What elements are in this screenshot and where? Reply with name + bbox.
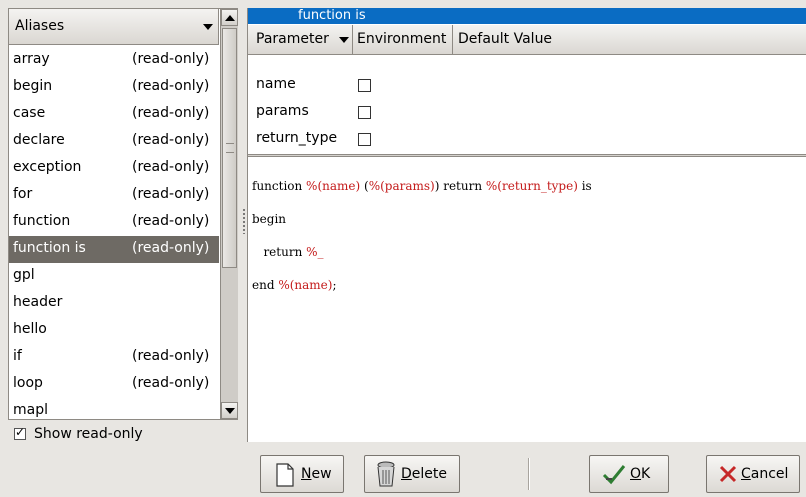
alias-readonly-label: (read-only) bbox=[132, 132, 210, 148]
alias-row-loop[interactable]: loop (read-only) bbox=[9, 371, 219, 398]
environment-column-header[interactable]: Environment bbox=[357, 31, 446, 47]
cancel-button[interactable]: Cancel bbox=[706, 455, 800, 493]
alias-readonly-label: (read-only) bbox=[132, 375, 210, 391]
grip-icon bbox=[226, 143, 234, 153]
alias-name: begin bbox=[13, 78, 53, 94]
param-row[interactable]: return_type bbox=[248, 126, 806, 152]
aliases-panel: Aliases array (read-only) begin (read-only… bbox=[8, 8, 238, 420]
alias-name: array bbox=[13, 51, 50, 67]
scroll-down-button[interactable] bbox=[221, 402, 238, 419]
cancel-x-icon bbox=[719, 465, 737, 483]
alias-readonly-label: (read-only) bbox=[132, 105, 210, 121]
environment-checkbox[interactable] bbox=[358, 79, 371, 92]
column-divider bbox=[452, 25, 453, 55]
sort-down-icon bbox=[339, 37, 349, 43]
alias-readonly-label: (read-only) bbox=[132, 159, 210, 175]
alias-name: mapl bbox=[13, 402, 48, 418]
alias-name: exception bbox=[13, 159, 82, 175]
column-divider bbox=[352, 25, 353, 55]
alias-name: header bbox=[13, 294, 63, 310]
alias-row-gpl[interactable]: gpl bbox=[9, 263, 219, 290]
arrow-up-icon bbox=[225, 15, 235, 21]
alias-row-exception[interactable]: exception (read-only) bbox=[9, 155, 219, 182]
alias-name: loop bbox=[13, 375, 43, 391]
cancel-button-label: Cancel bbox=[741, 466, 789, 482]
delete-button[interactable]: Delete bbox=[364, 455, 460, 493]
code-line: return %_ bbox=[252, 245, 324, 259]
alias-name: for bbox=[13, 186, 33, 202]
new-button-label: New bbox=[301, 466, 332, 482]
code-line: end %(name); bbox=[252, 278, 337, 292]
new-document-icon bbox=[276, 463, 294, 487]
new-button[interactable]: New bbox=[260, 455, 344, 493]
alias-row-declare[interactable]: declare (read-only) bbox=[9, 128, 219, 155]
alias-row-case[interactable]: case (read-only) bbox=[9, 101, 219, 128]
parameters-header: Parameter Environment Default Value bbox=[248, 25, 806, 55]
alias-title: function is bbox=[298, 8, 366, 23]
default-value-column-header[interactable]: Default Value bbox=[458, 31, 552, 47]
aliases-column-header[interactable]: Aliases bbox=[9, 9, 219, 45]
param-name: params bbox=[256, 103, 309, 119]
aliases-header-label: Aliases bbox=[15, 18, 65, 34]
alias-name: declare bbox=[13, 132, 65, 148]
alias-name: if bbox=[13, 348, 22, 364]
pane-splitter[interactable] bbox=[248, 154, 806, 157]
alias-title-bar: function is bbox=[248, 8, 806, 24]
scroll-up-button[interactable] bbox=[221, 9, 238, 26]
alias-row-hello[interactable]: hello bbox=[9, 317, 219, 344]
aliases-list: array (read-only) begin (read-only) case (r… bbox=[9, 47, 219, 419]
delete-button-label: Delete bbox=[401, 466, 447, 482]
show-readonly-label: Show read-only bbox=[34, 426, 143, 442]
scrollbar-thumb[interactable] bbox=[222, 28, 237, 268]
code-line: function %(name) (%(params)) return %(re… bbox=[252, 179, 592, 193]
alias-name: hello bbox=[13, 321, 47, 337]
alias-readonly-label: (read-only) bbox=[132, 213, 210, 229]
alias-row-function-is[interactable]: function is (read-only) bbox=[9, 236, 219, 263]
alias-name: function bbox=[13, 213, 71, 229]
alias-readonly-label: (read-only) bbox=[132, 78, 210, 94]
alias-name: function is bbox=[13, 240, 86, 256]
alias-name: gpl bbox=[13, 267, 35, 283]
environment-checkbox[interactable] bbox=[358, 106, 371, 119]
code-editor[interactable]: function %(name) (%(params)) return %(re… bbox=[252, 159, 592, 313]
alias-readonly-label: (read-only) bbox=[132, 240, 210, 256]
param-name: return_type bbox=[256, 130, 338, 146]
alias-editor: function is Parameter Environment Defaul… bbox=[247, 8, 806, 442]
param-name: name bbox=[256, 76, 296, 92]
alias-row-begin[interactable]: begin (read-only) bbox=[9, 74, 219, 101]
ok-check-icon bbox=[602, 465, 626, 485]
environment-checkbox[interactable] bbox=[358, 133, 371, 146]
splitter-handle[interactable] bbox=[242, 208, 246, 234]
alias-readonly-label: (read-only) bbox=[132, 186, 210, 202]
ok-button[interactable]: OK bbox=[589, 455, 669, 493]
sort-down-icon bbox=[203, 24, 213, 30]
param-row[interactable]: params bbox=[248, 99, 806, 125]
alias-readonly-label: (read-only) bbox=[132, 51, 210, 67]
parameter-column-header[interactable]: Parameter bbox=[256, 31, 329, 47]
alias-row-for[interactable]: for (read-only) bbox=[9, 182, 219, 209]
aliases-scrollbar[interactable] bbox=[220, 9, 238, 419]
alias-readonly-label: (read-only) bbox=[132, 348, 210, 364]
alias-name: case bbox=[13, 105, 46, 121]
alias-row-function[interactable]: function (read-only) bbox=[9, 209, 219, 236]
alias-row-array[interactable]: array (read-only) bbox=[9, 47, 219, 74]
alias-row-header[interactable]: header bbox=[9, 290, 219, 317]
ok-button-label: OK bbox=[630, 466, 651, 482]
arrow-down-icon bbox=[225, 408, 235, 414]
checkbox-checked-icon[interactable] bbox=[14, 425, 26, 440]
alias-row-if[interactable]: if (read-only) bbox=[9, 344, 219, 371]
param-row[interactable]: name bbox=[248, 72, 806, 98]
trash-icon bbox=[377, 461, 395, 487]
button-separator bbox=[528, 458, 530, 490]
alias-row-mapl[interactable]: mapl bbox=[9, 398, 219, 419]
code-line: begin bbox=[252, 212, 287, 226]
